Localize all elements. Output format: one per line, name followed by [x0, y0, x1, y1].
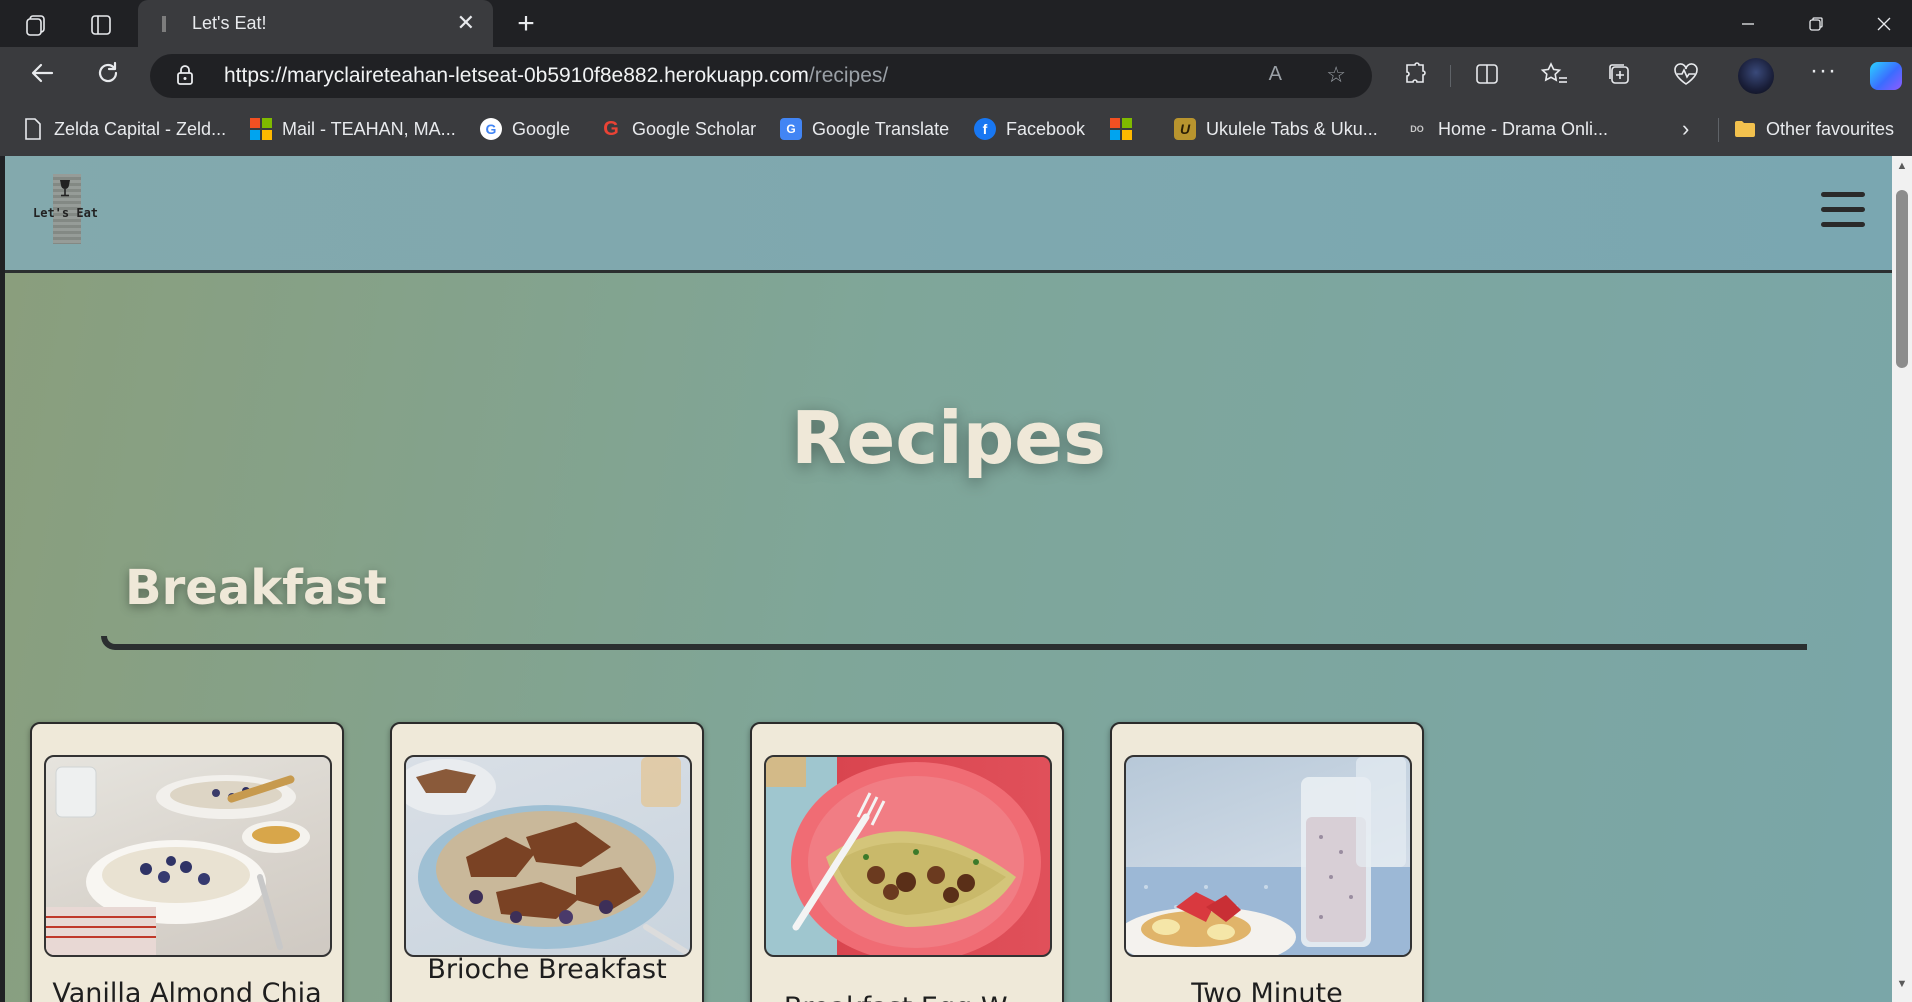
bookmark-other-favourites[interactable]: Other favourites [1734, 118, 1894, 140]
bookmark-drama-online[interactable]: DO Home - Drama Onli... [1406, 118, 1608, 140]
browser-tab-bar: Let's Eat! ✕ + [0, 0, 1912, 47]
restore-icon[interactable] [1782, 0, 1850, 47]
tab-close-icon[interactable]: ✕ [457, 10, 475, 36]
browser-toolbar: https://maryclaireteahan-letseat-0b5910f… [0, 47, 1912, 104]
vertical-tabs-icon[interactable] [86, 10, 116, 40]
browser-essentials-icon[interactable] [1672, 61, 1700, 93]
microsoft-logo-icon [1110, 118, 1132, 140]
tab-lets-eat[interactable]: Let's Eat! ✕ [138, 0, 493, 47]
wine-glass-icon [59, 179, 71, 201]
site-favicon-icon [162, 16, 166, 32]
scroll-up-icon[interactable]: ▲ [1896, 160, 1908, 172]
web-page: Let's Eat Recipes Breakfast Vanilla Almo… [5, 156, 1892, 1002]
copilot-icon[interactable] [1870, 62, 1902, 90]
folder-icon [1734, 118, 1756, 140]
recipe-title[interactable]: Two Minute [1112, 978, 1422, 1002]
scrollbar-thumb[interactable] [1896, 190, 1908, 368]
tab-title: Let's Eat! [192, 13, 267, 33]
google-icon: G [480, 118, 502, 140]
recipe-title[interactable]: Vanilla Almond Chia [32, 978, 342, 1002]
google-translate-icon: G [780, 118, 802, 140]
page-title: Recipes [791, 396, 1106, 480]
address-bar[interactable]: https://maryclaireteahan-letseat-0b5910f… [150, 54, 1372, 98]
google-icon: G [603, 117, 619, 140]
ukulele-tabs-icon: U [1174, 118, 1196, 140]
profile-avatar[interactable] [1738, 58, 1774, 94]
more-options-icon[interactable]: ··· [1810, 57, 1837, 85]
read-aloud-icon[interactable]: A [1269, 63, 1282, 86]
breakfast-egg-wrap-photo[interactable] [764, 755, 1052, 957]
bookmark-microsoft[interactable] [1110, 118, 1142, 140]
logo-text: Let's Eat [33, 206, 99, 220]
microsoft-logo-icon [250, 118, 272, 140]
bookmark-zelda-capital[interactable]: Zelda Capital - Zeld... [22, 118, 226, 140]
bookmarks-bar: Zelda Capital - Zeld... Mail - TEAHAN, M… [0, 104, 1912, 156]
facebook-icon: f [974, 118, 996, 140]
favorite-star-icon[interactable]: ☆ [1326, 62, 1346, 88]
brioche-breakfast-photo[interactable] [404, 755, 692, 957]
favorites-icon[interactable] [1540, 61, 1568, 93]
bookmark-ukulele-tabs[interactable]: U Ukulele Tabs & Uku... [1174, 118, 1378, 140]
recipe-card[interactable]: Brioche Breakfast [390, 722, 704, 1002]
section-divider [101, 636, 1807, 650]
bookmark-google-scholar[interactable]: G Google Scholar [600, 118, 756, 140]
recipe-title[interactable]: Breakfast Egg W... [752, 992, 1062, 1002]
recipe-title[interactable]: Brioche Breakfast [392, 954, 702, 985]
bookmark-google[interactable]: G Google [480, 118, 570, 140]
bookmarks-overflow-chevron-icon[interactable]: › [1682, 116, 1689, 142]
scroll-down-icon[interactable]: ▼ [1896, 978, 1908, 990]
recipe-card[interactable]: Vanilla Almond Chia [30, 722, 344, 1002]
new-tab-button[interactable]: + [508, 6, 544, 42]
section-heading-breakfast: Breakfast [125, 560, 387, 616]
two-minute-smoothie-photo[interactable] [1124, 755, 1412, 957]
back-icon[interactable] [28, 59, 56, 94]
lock-icon[interactable] [176, 64, 194, 92]
bookmarks-divider [1718, 118, 1719, 142]
close-window-icon[interactable] [1850, 0, 1912, 47]
recipe-card[interactable]: Breakfast Egg W... [750, 722, 1064, 1002]
bookmark-google-translate[interactable]: G Google Translate [780, 118, 949, 140]
vanilla-almond-chia-photo[interactable] [44, 755, 332, 957]
hamburger-menu-icon[interactable] [1821, 192, 1865, 230]
toolbar-divider [1450, 65, 1451, 87]
url-text[interactable]: https://maryclaireteahan-letseat-0b5910f… [224, 64, 888, 88]
drama-online-icon: DO [1410, 124, 1424, 134]
minimize-icon[interactable] [1714, 0, 1782, 47]
split-screen-icon[interactable] [1474, 61, 1500, 93]
workspaces-icon[interactable] [22, 10, 52, 40]
recipe-card[interactable]: Two Minute [1110, 722, 1424, 1002]
extensions-icon[interactable] [1402, 61, 1428, 93]
collections-icon[interactable] [1606, 61, 1632, 93]
bookmark-mail[interactable]: Mail - TEAHAN, MA... [250, 118, 456, 140]
refresh-icon[interactable] [94, 59, 122, 94]
page-icon [22, 118, 44, 140]
site-header: Let's Eat [5, 156, 1892, 273]
site-logo[interactable]: Let's Eat [27, 174, 107, 246]
bookmark-facebook[interactable]: f Facebook [974, 118, 1085, 140]
